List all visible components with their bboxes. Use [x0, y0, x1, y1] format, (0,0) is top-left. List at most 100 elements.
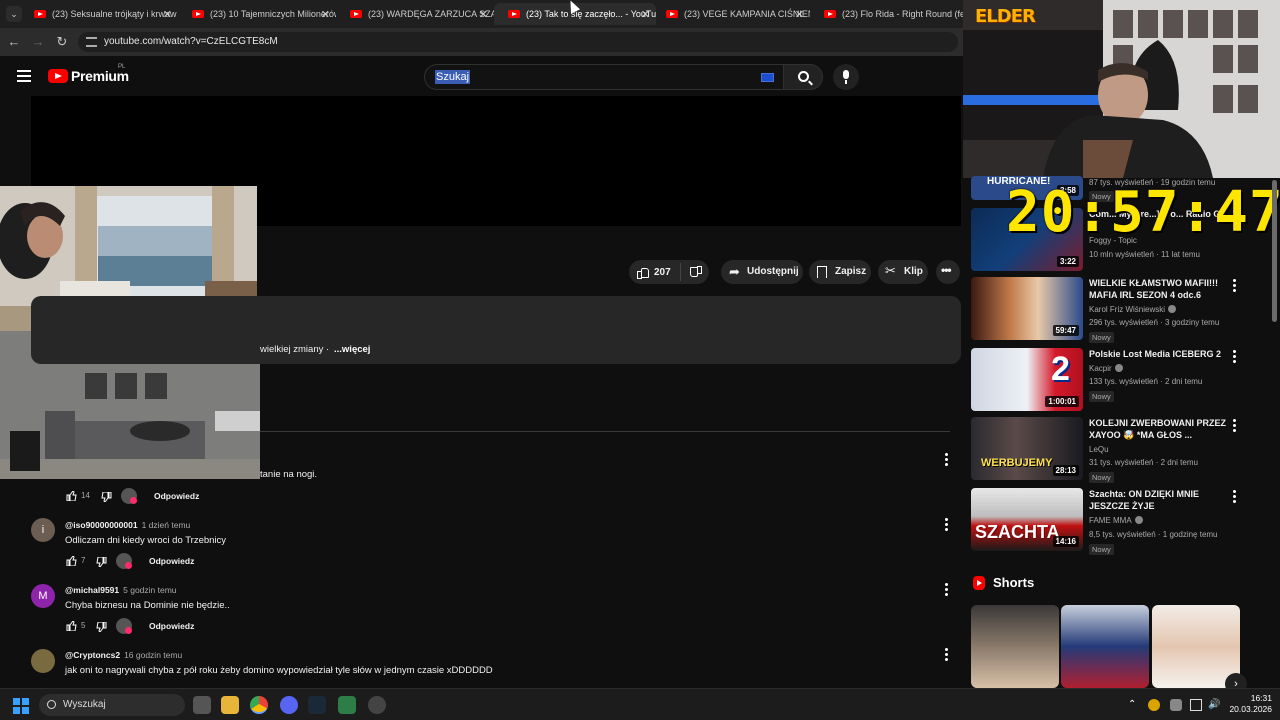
forward-arrow-icon[interactable]: →	[30, 34, 46, 50]
microphone-icon[interactable]	[1170, 699, 1182, 711]
excel-icon[interactable]	[338, 696, 356, 714]
comment-menu-icon[interactable]	[945, 518, 949, 532]
video-thumbnail[interactable]: 2 1:00:01	[971, 348, 1083, 411]
video-channel[interactable]: FAME MMA	[1089, 516, 1143, 525]
author-handle[interactable]: @Cryptoncs2	[65, 650, 120, 660]
comment-time[interactable]: 16 godzin temu	[124, 650, 182, 660]
comment-menu-icon[interactable]	[945, 648, 949, 662]
comment-author[interactable]: @Cryptoncs2 16 godzin temu	[65, 650, 182, 660]
comment-avatar[interactable]: i	[31, 518, 55, 542]
comment-like-icon[interactable]	[66, 491, 77, 501]
close-tab-icon[interactable]: ✕	[321, 8, 330, 21]
like-dislike-group: 207	[629, 260, 709, 284]
browser-tab-5[interactable]: (23) VEGE KAMPANIA CIŚNIENI ✕	[652, 3, 810, 25]
keyboard-icon[interactable]	[761, 73, 774, 82]
search-button[interactable]	[783, 64, 823, 90]
app-icon[interactable]	[368, 696, 386, 714]
video-thumbnail[interactable]: WERBUJEMY 28:13	[971, 417, 1083, 480]
video-title[interactable]: Szachta: ON DZIĘKI MNIE JESZCZE ŻYJE	[1089, 488, 1239, 512]
channel-name[interactable]: Karol Friz Wiśniewski	[1089, 305, 1165, 314]
description-box[interactable]	[31, 296, 961, 364]
video-menu-icon[interactable]	[1233, 350, 1237, 364]
related-video[interactable]: SZACHTA 14:16 Szachta: ON DZIĘKI MNIE JE…	[971, 488, 1271, 555]
comment-author[interactable]: @iso90000000001 1 dzień temu	[65, 520, 190, 530]
more-actions-button[interactable]: •••	[936, 260, 960, 284]
comment-time[interactable]: 5 godzin temu	[123, 585, 176, 595]
comment-author[interactable]: @michal9591 5 godzin temu	[65, 585, 177, 595]
browser-tab-3[interactable]: (23) WARDĘGA ZARZUCA SZAL ✕	[336, 3, 494, 25]
reply-button[interactable]: Odpowiedz	[149, 621, 194, 631]
taskbar-clock[interactable]: 16:31 20.03.2026	[1222, 693, 1272, 715]
tray-app-icon[interactable]	[1148, 699, 1160, 711]
url-field[interactable]: youtube.com/watch?v=CzELCGTE8cM	[78, 32, 958, 52]
share-button[interactable]: ➦ Udostępnij	[721, 260, 803, 284]
reply-button[interactable]: Odpowiedz	[149, 556, 194, 566]
short-thumbnail[interactable]	[1061, 605, 1149, 688]
menu-hamburger-icon[interactable]	[17, 70, 31, 82]
description-more-link[interactable]: ...więcej	[334, 344, 370, 355]
streamer-webcam: ELDER	[963, 0, 1280, 178]
video-title[interactable]: KOLEJNI ZWERBOWANI PRZEZ XAYOO 🤯 *MA GŁO…	[1089, 417, 1239, 441]
video-channel[interactable]: LeQu	[1089, 445, 1109, 454]
browser-tab-1[interactable]: (23) Seksualne trójkąty i krwaw ✕	[20, 3, 178, 25]
volume-icon[interactable]: 🔊	[1208, 699, 1220, 711]
comment-time[interactable]: 1 dzień temu	[142, 520, 191, 530]
steam-icon[interactable]	[308, 696, 326, 714]
comment-dislike-icon[interactable]	[96, 622, 107, 632]
search-input[interactable]: Szukaj	[424, 64, 784, 90]
back-arrow-icon[interactable]: ←	[6, 34, 22, 50]
close-tab-icon[interactable]: ✕	[795, 8, 804, 21]
browser-tab-2[interactable]: (23) 10 Tajemniczych Milionerów ✕	[178, 3, 336, 25]
comment-avatar[interactable]	[31, 649, 55, 673]
display-icon[interactable]	[1190, 699, 1202, 711]
task-view-icon[interactable]	[193, 696, 211, 714]
dislike-icon[interactable]	[690, 268, 702, 278]
discord-icon[interactable]	[280, 696, 298, 714]
chrome-icon[interactable]	[250, 696, 268, 714]
clip-button[interactable]: ✂ Klip	[878, 260, 928, 284]
comment-menu-icon[interactable]	[945, 583, 949, 597]
comment-like-icon[interactable]	[66, 556, 77, 566]
windows-start-icon[interactable]	[13, 698, 29, 714]
save-button[interactable]: Zapisz	[809, 260, 871, 284]
voice-search-mic-icon[interactable]	[833, 64, 859, 90]
video-thumbnail[interactable]: SZACHTA 14:16	[971, 488, 1083, 551]
video-menu-icon[interactable]	[1233, 279, 1237, 293]
close-tab-icon[interactable]: ✕	[479, 8, 488, 21]
close-tab-icon[interactable]: ✕	[641, 8, 650, 21]
video-channel[interactable]: Kacpir	[1089, 364, 1123, 373]
like-icon[interactable]	[637, 267, 649, 279]
site-settings-icon[interactable]	[86, 37, 97, 47]
comment-dislike-icon[interactable]	[101, 492, 112, 502]
video-channel[interactable]: Karol Friz Wiśniewski	[1089, 305, 1177, 314]
author-handle[interactable]: @iso90000000001	[65, 520, 138, 530]
author-handle[interactable]: @michal9591	[65, 585, 119, 595]
related-video[interactable]: 59:47 WIELKIE KŁAMSTWO MAFII!!! MAFIA IR…	[971, 277, 1271, 343]
tray-chevron-up-icon[interactable]: ⌃	[1128, 699, 1140, 711]
youtube-logo-icon[interactable]	[48, 69, 68, 83]
video-title[interactable]: WIELKIE KŁAMSTWO MAFII!!! MAFIA IRL SEZO…	[1089, 277, 1239, 301]
video-title[interactable]: Polskie Lost Media ICEBERG 2	[1089, 348, 1239, 360]
reply-button[interactable]: Odpowiedz	[154, 491, 199, 501]
channel-name[interactable]: FAME MMA	[1089, 516, 1132, 525]
comment-avatar[interactable]: M	[31, 584, 55, 608]
comment-dislike-icon[interactable]	[96, 557, 107, 567]
video-thumbnail[interactable]: 59:47	[971, 277, 1083, 340]
comment-like-icon[interactable]	[66, 621, 77, 631]
youtube-brand-label[interactable]: Premium	[71, 68, 129, 84]
channel-name[interactable]: Kacpir	[1089, 364, 1112, 373]
browser-tab-6[interactable]: (23) Flo Rida - Right Round (fea	[810, 3, 965, 25]
close-tab-icon[interactable]: ✕	[163, 8, 172, 21]
related-video[interactable]: WERBUJEMY 28:13 KOLEJNI ZWERBOWANI PRZEZ…	[971, 417, 1271, 483]
video-menu-icon[interactable]	[1233, 419, 1237, 433]
short-thumbnail[interactable]	[971, 605, 1059, 688]
sidebar-scrollbar[interactable]	[1272, 180, 1277, 322]
video-menu-icon[interactable]	[1233, 490, 1237, 504]
short-thumbnail[interactable]	[1152, 605, 1240, 688]
file-explorer-icon[interactable]	[221, 696, 239, 714]
comment-menu-icon[interactable]	[945, 453, 949, 467]
reload-icon[interactable]: ↻	[54, 34, 70, 50]
taskbar-search[interactable]: Wyszukaj	[39, 694, 185, 716]
tab-title: (23) Tak to się zaczęło... - YouTu	[526, 9, 656, 19]
related-video[interactable]: 2 1:00:01 Polskie Lost Media ICEBERG 2 K…	[971, 348, 1271, 412]
